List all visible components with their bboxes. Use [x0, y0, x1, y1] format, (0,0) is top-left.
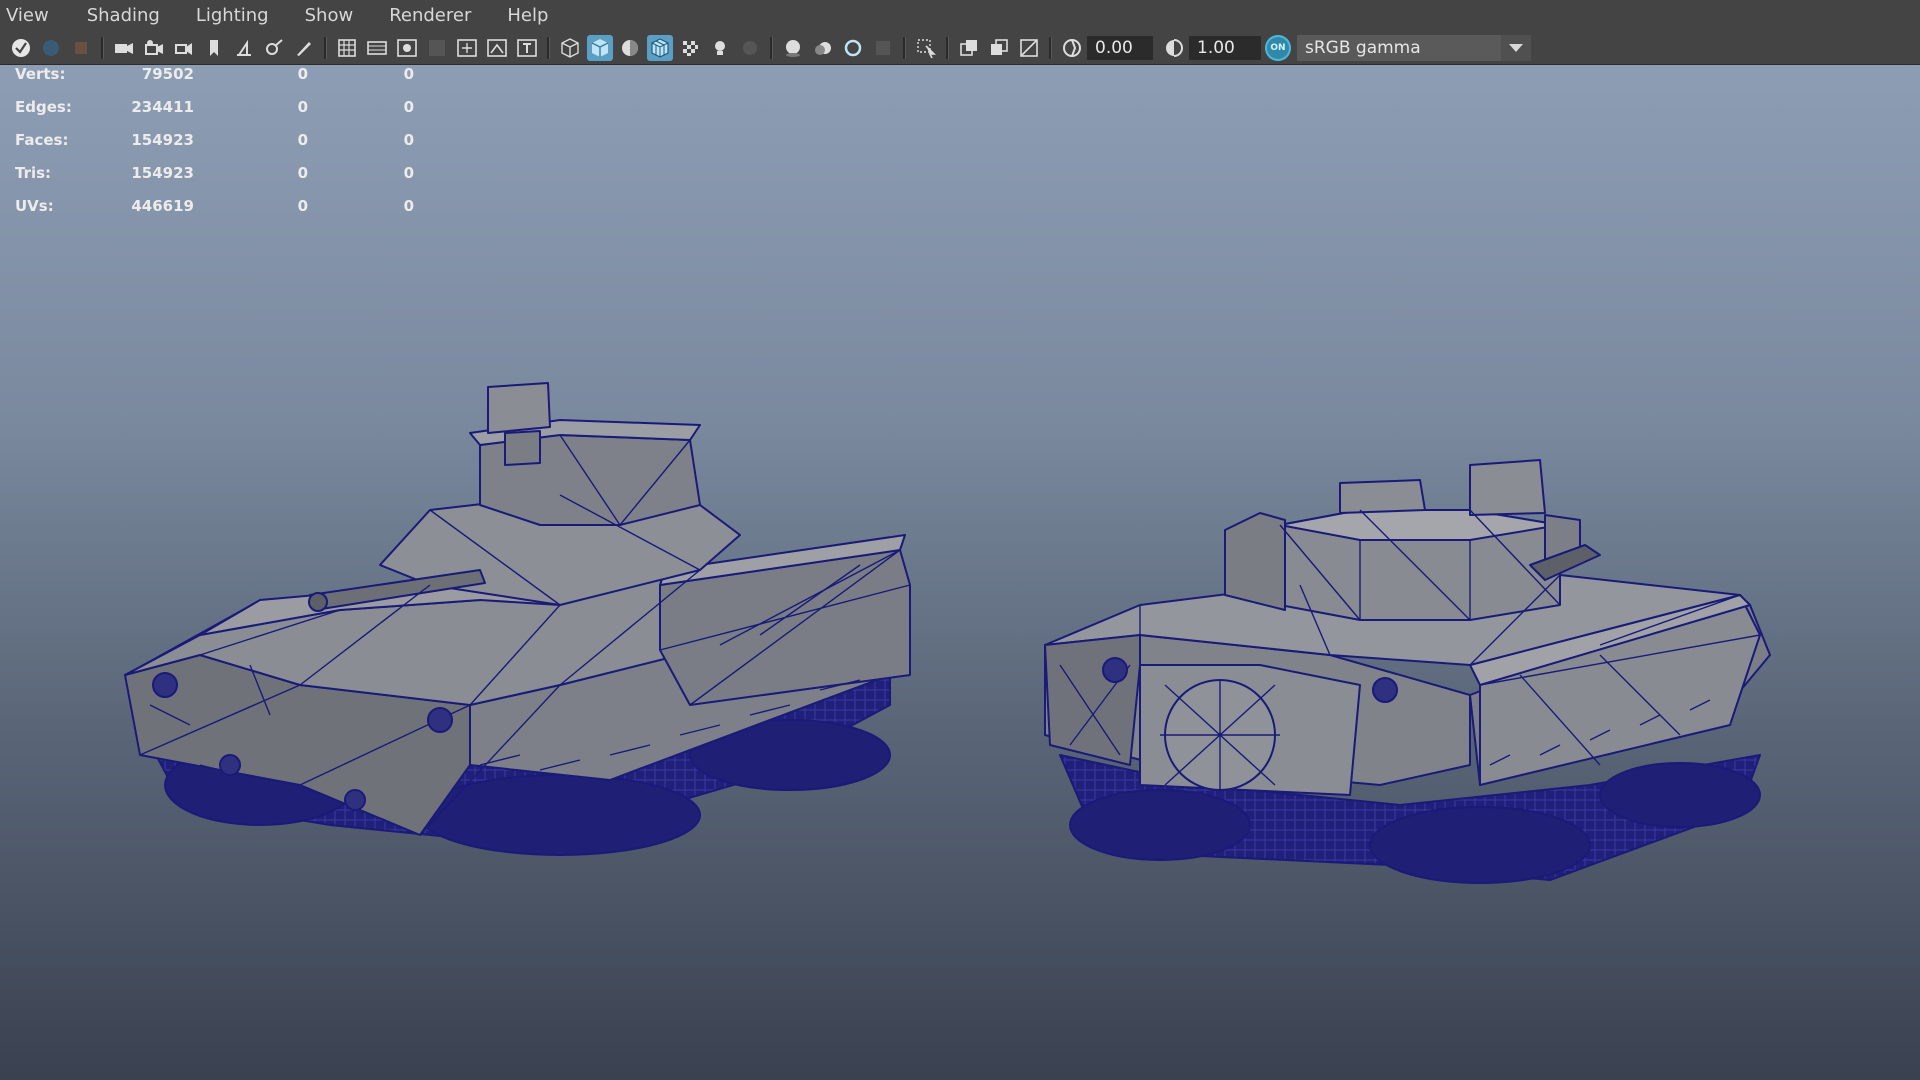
ambient-occlusion-icon[interactable]: [780, 35, 806, 61]
toolbar-separator: [946, 36, 949, 59]
bookmark-icon[interactable]: [201, 35, 227, 61]
shadows-icon[interactable]: [737, 35, 763, 61]
gamma-icon[interactable]: [1161, 35, 1187, 61]
textured-icon[interactable]: [677, 35, 703, 61]
select-camera-icon[interactable]: [8, 35, 34, 61]
smooth-shade-icon[interactable]: [587, 34, 613, 61]
two-d-pan-zoom-icon[interactable]: [231, 35, 257, 61]
gamma-field[interactable]: 1.00: [1189, 35, 1261, 60]
exposure-icon[interactable]: [1059, 35, 1085, 61]
field-chart-icon[interactable]: [454, 35, 480, 61]
menu-help[interactable]: Help: [495, 0, 560, 31]
depth-of-field-icon[interactable]: [870, 35, 896, 61]
lights-icon[interactable]: [707, 35, 733, 61]
motion-blur-icon[interactable]: [810, 35, 836, 61]
toolbar-separator: [324, 36, 327, 59]
safe-action-icon[interactable]: [484, 35, 510, 61]
3d-viewport[interactable]: Verts: 79502 0 0 Edges: 234411 0 0 Faces…: [0, 65, 1920, 1080]
chevron-down-icon[interactable]: [1501, 34, 1531, 61]
camera-attributes-icon[interactable]: [141, 35, 167, 61]
anti-aliasing-icon[interactable]: [840, 35, 866, 61]
gate-mask-icon[interactable]: [424, 35, 450, 61]
wireframe-icon[interactable]: [557, 35, 583, 61]
xray-joints-icon[interactable]: [986, 35, 1012, 61]
hud-value-scene: 79502: [141, 65, 194, 83]
hud-value-components: 0: [403, 98, 414, 116]
hud-label: Verts:: [15, 65, 66, 83]
toolbar-separator: [770, 36, 773, 59]
toolbar-separator: [903, 36, 906, 59]
hud-value-components: 0: [403, 65, 414, 83]
hud-value-selected: 0: [297, 65, 308, 83]
viewport-toolbar: 0.00 1.00 ON sRGB gamma: [0, 31, 1920, 65]
hud-value-selected: 0: [297, 131, 308, 149]
menu-lighting[interactable]: Lighting: [184, 0, 281, 31]
safe-title-icon[interactable]: [514, 35, 540, 61]
hud-value-components: 0: [403, 197, 414, 215]
menu-bar: View Shading Lighting Show Renderer Help: [0, 0, 1920, 32]
view-transform-toggle[interactable]: ON: [1265, 34, 1291, 61]
image-plane-icon[interactable]: [171, 35, 197, 61]
hud-label: Faces:: [15, 131, 69, 149]
isolate-select-icon[interactable]: [913, 35, 939, 61]
menu-view[interactable]: View: [0, 0, 61, 31]
hud-value-scene: 154923: [131, 164, 194, 182]
hud-value-scene: 234411: [131, 98, 194, 116]
right-vehicle-mesh[interactable]: [1044, 459, 1771, 884]
hud-label: Edges:: [15, 98, 72, 116]
toolbar-separator: [101, 36, 104, 59]
hud-value-selected: 0: [297, 164, 308, 182]
grid-icon[interactable]: [334, 35, 360, 61]
exposure-field[interactable]: 0.00: [1087, 35, 1153, 60]
hud-value-selected: 0: [297, 98, 308, 116]
hud-value-components: 0: [403, 164, 414, 182]
bookmarks-icon[interactable]: [68, 35, 94, 61]
xray-icon[interactable]: [956, 35, 982, 61]
resolution-gate-icon[interactable]: [394, 35, 420, 61]
camera-icon[interactable]: [111, 35, 137, 61]
hud-value-scene: 446619: [131, 197, 194, 215]
lock-camera-icon[interactable]: [38, 35, 64, 61]
hud-value-selected: 0: [297, 197, 308, 215]
hud-label: UVs:: [15, 197, 54, 215]
film-gate-icon[interactable]: [364, 35, 390, 61]
wireframe-on-shaded-icon[interactable]: [647, 34, 673, 61]
xray-active-components-icon[interactable]: [1016, 35, 1042, 61]
menu-show[interactable]: Show: [293, 0, 366, 31]
menu-shading[interactable]: Shading: [75, 0, 172, 31]
hud-value-components: 0: [403, 131, 414, 149]
toolbar-separator: [547, 36, 550, 59]
scene-canvas[interactable]: [0, 65, 1920, 1080]
pencil-icon[interactable]: [291, 35, 317, 61]
hud-label: Tris:: [15, 164, 52, 182]
view-transform-dropdown[interactable]: sRGB gamma: [1297, 34, 1531, 61]
hud-value-scene: 154923: [131, 131, 194, 149]
left-vehicle-mesh[interactable]: [124, 382, 911, 856]
view-transform-label: sRGB gamma: [1305, 37, 1421, 58]
menu-renderer[interactable]: Renderer: [377, 0, 483, 31]
grease-pencil-icon[interactable]: [261, 35, 287, 61]
default-material-icon[interactable]: [617, 35, 643, 61]
toolbar-separator: [1049, 36, 1052, 59]
